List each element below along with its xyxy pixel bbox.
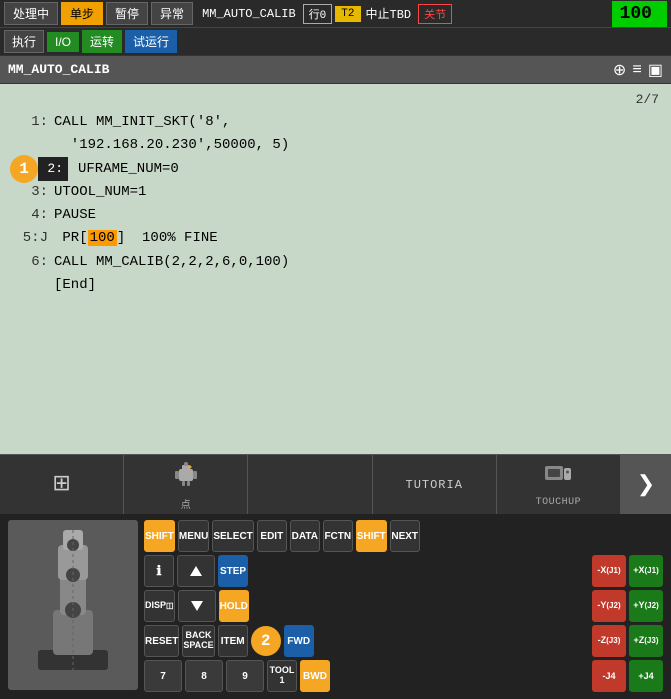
code-line-1b: '192.168.20.230',50000, 5) [12,134,659,157]
title-bar: MM_AUTO_CALIB ⊕ ≡ ▣ [0,56,671,84]
code-line-2: 1 2: UFRAME_NUM=0 [32,157,659,181]
key-7[interactable]: 7 [144,660,182,692]
btn-zanting[interactable]: 暂停 [106,2,148,25]
status-bar: MM_AUTO_CALIB 行0 T2 中止TBD 关节 [202,4,609,24]
status-line: 行0 [303,4,333,24]
code-line-end: [End] [12,274,659,297]
key-plus-y[interactable]: +Y(J2) [629,590,663,622]
second-toolbar: 执行 I/O 运转 试运行 [0,28,671,56]
robot-icon [171,457,201,494]
btn-shiyunxing[interactable]: 试运行 [125,30,177,53]
key-bwd[interactable]: BWD [300,660,330,692]
top-toolbar: 处理中 单步 暂停 异常 MM_AUTO_CALIB 行0 T2 中止TBD 关… [0,0,671,28]
btn-zhixing[interactable]: 执行 [4,30,44,53]
key-backspace[interactable]: BACKSPACE [182,625,214,657]
key-minus-y[interactable]: -Y(J2) [592,590,626,622]
key-minus-z[interactable]: -Z(J3) [592,625,626,657]
key-plus-z[interactable]: +Z(J3) [629,625,663,657]
key-9[interactable]: 9 [226,660,264,692]
nav-tutoria[interactable]: TUTORIA [373,455,497,514]
status-close: 关节 [418,4,452,24]
code-line-5: 5:J PR[100] 100% FINE [12,227,659,250]
bottom-nav: ⊞ 点 TUTORIA [0,454,671,514]
code-line-6: 6: CALL MM_CALIB(2,2,2,6,0,100) [12,251,659,274]
key-plus-x[interactable]: +X(J1) [629,555,663,587]
robot-arm-graphic [8,520,138,690]
key-8[interactable]: 8 [185,660,223,692]
page-indicator: 2/7 [12,92,659,107]
code-line-3: 3: UTOOL_NUM=1 [12,181,659,204]
nav-robot[interactable]: 点 [124,455,248,514]
btn-danbu[interactable]: 单步 [61,2,103,25]
status-stop: 中止TBD [366,5,412,22]
key-shift-right[interactable]: SHIFT [356,520,387,552]
percent-suffix: % [653,8,659,19]
key-data[interactable]: DATA [290,520,320,552]
key-minus-x[interactable]: -X(J1) [592,555,626,587]
keys-panel: SHIFT MENU SELECT EDIT DATA FCTN SHIFT N… [144,520,663,692]
program-title: MM_AUTO_CALIB [8,62,613,77]
title-icons: ⊕ ≡ ▣ [613,60,663,80]
touchup-label: TOUCHUP [536,497,582,508]
key-up[interactable] [177,555,215,587]
key-next[interactable]: NEXT [390,520,420,552]
key-menu[interactable]: MENU [178,520,209,552]
status-tag-t2: T2 [335,6,360,22]
nav-touchup[interactable]: TOUCHUP [497,455,621,514]
key-shift-left[interactable]: SHIFT [144,520,175,552]
keys-row-2: ℹ STEP -X(J1) +X(J1) [144,555,663,587]
keyboard-area: SHIFT MENU SELECT EDIT DATA FCTN SHIFT N… [0,514,671,699]
btn-chuli[interactable]: 处理中 [4,2,58,25]
split-icon[interactable]: ▣ [648,60,663,80]
btn-yunzhuan[interactable]: 运转 [82,30,122,53]
key-fctn[interactable]: FCTN [323,520,353,552]
circle-badge-2: 2 [251,626,281,656]
code-lines: 1: CALL MM_INIT_SKT('8', '192.168.20.230… [12,111,659,297]
status-program: MM_AUTO_CALIB [202,7,296,21]
key-minus-j4[interactable]: -J4 [592,660,626,692]
key-tool1[interactable]: TOOL1 [267,660,297,692]
line2-box: 2: [38,157,68,180]
keys-row-1: SHIFT MENU SELECT EDIT DATA FCTN SHIFT N… [144,520,663,552]
circle-badge-1: 1 [10,155,38,183]
key-disp[interactable]: DISP◫ [144,590,175,622]
key-item[interactable]: ITEM [218,625,248,657]
key-info[interactable]: ℹ [144,555,174,587]
grid-icon: ⊞ [52,471,70,497]
code-line-4: 4: PAUSE [12,204,659,227]
zoom-icon[interactable]: ⊕ [613,60,626,80]
highlight-100: 100 [88,230,117,246]
key-reset[interactable]: RESET [144,625,179,657]
keys-row-5: 7 8 9 TOOL1 BWD -J4 +J4 [144,660,663,692]
nav-robot-label: 点 [181,496,191,512]
keys-row-4: RESET BACKSPACE ITEM 2 FWD -Z(J3) +Z(J3) [144,625,663,657]
key-fwd[interactable]: FWD [284,625,314,657]
keys-row-3: DISP◫ HOLD -Y(J2) +Y(J2) [144,590,663,622]
key-step[interactable]: STEP [218,555,248,587]
key-hold[interactable]: HOLD [219,590,249,622]
code-area: 2/7 1: CALL MM_INIT_SKT('8', '192.168.20… [0,84,671,454]
key-edit[interactable]: EDIT [257,520,287,552]
menu-icon[interactable]: ≡ [632,61,642,79]
key-plus-j4[interactable]: +J4 [629,660,663,692]
btn-yichang[interactable]: 异常 [151,2,193,25]
btn-io[interactable]: I/O [47,32,79,52]
nav-grid[interactable]: ⊞ [0,455,124,514]
touchup-icon [543,462,573,495]
key-select[interactable]: SELECT [212,520,253,552]
key-down[interactable] [178,590,216,622]
percent-display: 100 % [612,1,667,27]
nav-empty [248,455,372,514]
nav-arrow[interactable]: ❯ [621,455,671,514]
tutoria-label: TUTORIA [406,478,463,492]
code-line-1: 1: CALL MM_INIT_SKT('8', [12,111,659,134]
